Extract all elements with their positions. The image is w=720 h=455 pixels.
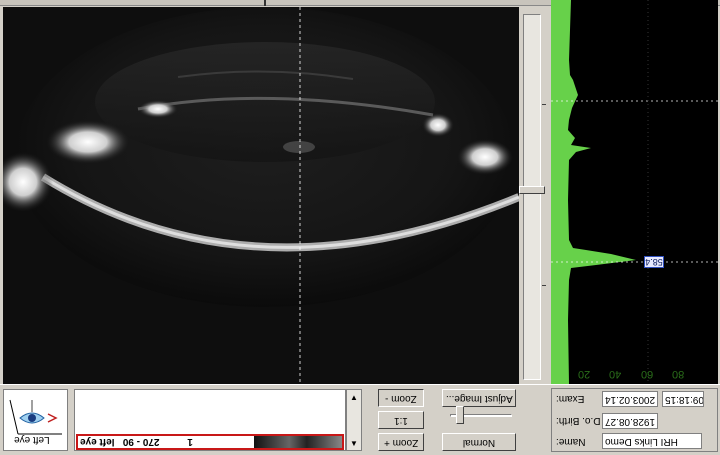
scroll-down-arrow-icon[interactable]: ▼: [349, 439, 359, 448]
zoom-one-label: 1:1: [394, 415, 408, 426]
exam-label: Exam:: [556, 393, 585, 404]
exam-date-field: 2003.02.14: [602, 391, 658, 407]
top-position-marker: [264, 0, 266, 6]
vertical-slider-thumb[interactable]: [519, 186, 545, 194]
densitometry-histogram: [551, 0, 718, 384]
dob-value: 1928.08.27: [605, 416, 656, 427]
histogram-peak-value: 58.4: [644, 256, 664, 268]
dob-field: 1928.08.27: [602, 413, 658, 429]
scroll-up-arrow-icon[interactable]: ▲: [349, 393, 359, 402]
dob-label: D.o. Birth:: [556, 415, 601, 426]
contrast-slider-thumb[interactable]: [456, 406, 464, 424]
vertical-slider-track[interactable]: [523, 14, 541, 380]
exam-time-value: 09:18:15: [665, 394, 704, 405]
scheimpflug-image[interactable]: [3, 7, 519, 384]
image-list-row-text: 1 270 - 90 left eye: [80, 436, 193, 447]
contrast-normal-label: Contrast Normal: [460, 437, 498, 455]
histogram-tick-label: 40: [609, 368, 622, 380]
adjust-image-button[interactable]: Adjust Image...: [442, 389, 516, 407]
name-value: HRI Links Demo: [605, 436, 678, 447]
histogram-graphic: [551, 0, 718, 384]
zoom-minus-label: Zoom -: [385, 393, 417, 404]
image-list-thumbnail: [254, 436, 342, 448]
zoom-minus-button[interactable]: Zoom -: [378, 389, 424, 407]
histogram-tick-label: 60: [641, 368, 654, 380]
histogram-tick-label: 80: [672, 368, 685, 380]
slider-tick: [542, 285, 546, 286]
scan-graphic: [3, 7, 519, 384]
zoom-plus-label: Zoom +: [383, 437, 419, 448]
exam-time-field: 09:18:15: [662, 391, 704, 407]
contrast-normal-button[interactable]: Contrast Normal: [442, 433, 516, 455]
adjust-image-label: Adjust Image...: [445, 393, 513, 404]
slider-tick: [542, 104, 546, 105]
histogram-profile: [551, 0, 636, 384]
eye-selector-label: Left eye: [14, 434, 50, 445]
name-label: Name:: [556, 436, 586, 447]
exam-date-value: 2003.02.14: [605, 394, 656, 405]
zoom-plus-button[interactable]: Zoom +: [378, 433, 424, 451]
zoom-one-to-one-button[interactable]: 1:1: [378, 411, 424, 429]
name-field: HRI Links Demo: [602, 433, 702, 449]
histogram-tick-label: 20: [578, 368, 591, 380]
